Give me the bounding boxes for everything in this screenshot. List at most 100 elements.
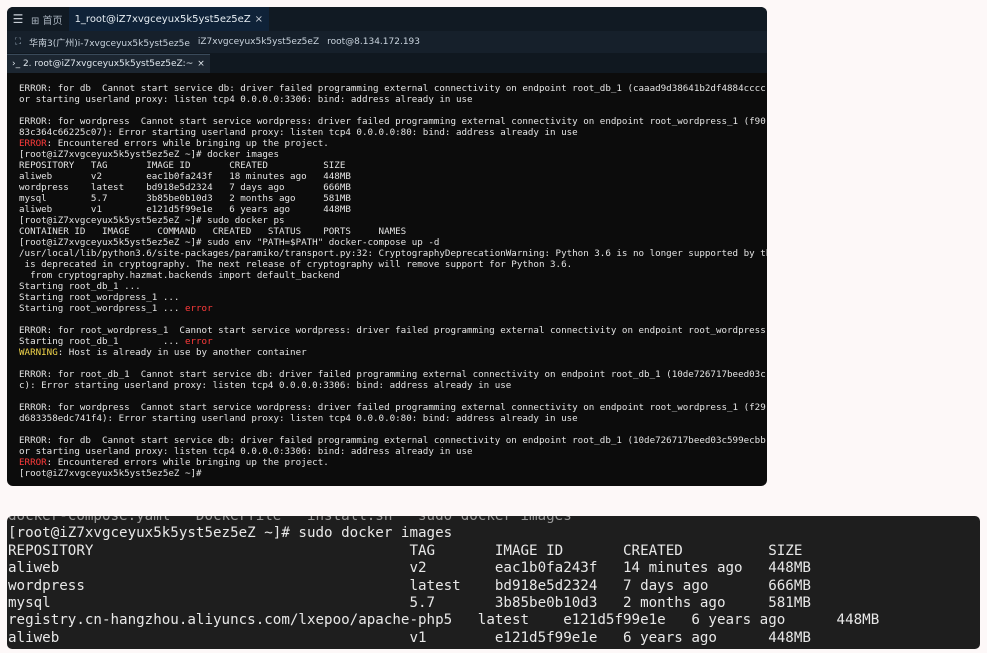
terminal-window-top: ☰ ⊞ 首页 1_root@iZ7xvgceyux5k5yst5ez5eZ × … xyxy=(7,7,767,486)
terminal-text: wordpress latest bd918e5d2324 7 days ago… xyxy=(19,182,351,193)
terminal-line: REPOSITORY TAG IMAGE ID CREATED SIZE xyxy=(19,160,767,171)
terminal-text: [root@iZ7xvgceyux5k5yst5ez5eZ ~]# sudo d… xyxy=(19,215,285,226)
terminal-text: docker-compose.yaml Dockerfile install.s… xyxy=(8,516,572,524)
terminal-text: ERROR: for root_wordpress_1 Cannot start… xyxy=(19,325,766,336)
breadcrumb-host[interactable]: root@8.134.172.193 xyxy=(327,37,420,47)
terminal-line: Starting root_db_1 ... xyxy=(19,281,767,292)
terminal-text: Starting root_wordpress_1 ... xyxy=(19,303,185,314)
terminal-output[interactable]: ERROR: for db Cannot start service db: d… xyxy=(19,83,767,483)
terminal-text: d683358edc741f4): Error starting userlan… xyxy=(19,413,578,424)
terminal-line: [root@iZ7xvgceyux5k5yst5ez5eZ ~]# sudo d… xyxy=(19,215,767,226)
terminal-line: Starting root_wordpress_1 ... xyxy=(19,292,767,303)
terminal-line: aliweb v2 eac1b0fa243f 18 minutes ago 44… xyxy=(19,171,767,182)
tab-bar: ☰ ⊞ 首页 1_root@iZ7xvgceyux5k5yst5ez5eZ × xyxy=(7,7,767,31)
terminal-line: [root@iZ7xvgceyux5k5yst5ez5eZ ~]# xyxy=(19,468,767,479)
terminal-line: REPOSITORY TAG IMAGE ID CREATED SIZE xyxy=(8,543,978,560)
terminal-text: aliweb v2 eac1b0fa243f 14 minutes ago 44… xyxy=(8,560,811,577)
terminal-text: ERROR: for root_db_1 Cannot start servic… xyxy=(19,369,766,380)
tab-session-1[interactable]: 1_root@iZ7xvgceyux5k5yst5ez5eZ × xyxy=(68,7,270,31)
terminal-line: ERROR: for db Cannot start service db: d… xyxy=(19,83,767,94)
tab-session-1-label: 1_root@iZ7xvgceyux5k5yst5ez5eZ xyxy=(74,13,251,25)
terminal-line: ERROR: for wordpress Cannot start servic… xyxy=(19,116,767,127)
terminal-line: aliweb v1 e121d5f99e1e 6 years ago 448MB xyxy=(19,204,767,215)
terminal-text: Starting root_wordpress_1 ... xyxy=(19,292,180,303)
error-text: error xyxy=(184,336,213,347)
terminal-output-zoomed[interactable]: docker-compose.yaml Dockerfile install.s… xyxy=(8,516,978,647)
terminal-text: registry.cn-hangzhou.aliyuncs.com/lxepoo… xyxy=(8,612,880,629)
terminal-text: ERROR: for db Cannot start service db: d… xyxy=(19,83,766,94)
terminal-text: ERROR: for wordpress Cannot start servic… xyxy=(19,116,766,127)
terminal-line: c): Error starting userland proxy: liste… xyxy=(19,380,767,391)
terminal-line: [root@iZ7xvgceyux5k5yst5ez5eZ ~]# docker… xyxy=(19,149,767,160)
terminal-line: aliweb v2 eac1b0fa243f 14 minutes ago 44… xyxy=(8,560,978,577)
terminal-text: or starting userland proxy: listen tcp4 … xyxy=(19,446,473,457)
terminal-text: c): Error starting userland proxy: liste… xyxy=(19,380,512,391)
terminal-text: /usr/local/lib/python3.6/site-packages/p… xyxy=(19,248,767,259)
terminal-text: aliweb v1 e121d5f99e1e 6 years ago 448MB xyxy=(8,629,811,646)
terminal-line: [root@iZ7xvgceyux5k5yst5ez5eZ ~]# sudo d… xyxy=(8,525,978,542)
terminal-text: mysql 5.7 3b85be0b10d3 2 months ago 581M… xyxy=(8,594,811,611)
terminal-line: WARNING: Host is already in use by anoth… xyxy=(19,347,767,358)
terminal-line: mysql 5.7 3b85be0b10d3 2 months ago 581M… xyxy=(19,193,767,204)
terminal-line: ERROR: for root_db_1 Cannot start servic… xyxy=(19,369,767,380)
terminal-text: REPOSITORY TAG IMAGE ID CREATED SIZE xyxy=(8,542,803,559)
terminal-line: CONTAINER ID IMAGE COMMAND CREATED STATU… xyxy=(19,226,767,237)
terminal-text: is deprecated in cryptography. The next … xyxy=(19,259,573,270)
session-tab-bar: ›_ 2. root@iZ7xvgceyux5k5yst5ez5eZ:~ × xyxy=(7,53,767,73)
terminal-line: ERROR: for root_wordpress_1 Cannot start… xyxy=(19,325,767,336)
menu-icon[interactable]: ☰ xyxy=(7,12,29,26)
close-icon[interactable]: × xyxy=(197,59,205,69)
terminal-text: : Encountered errors while bringing up t… xyxy=(46,138,329,149)
terminal-line: or starting userland proxy: listen tcp4 … xyxy=(19,446,767,457)
error-text: error xyxy=(184,303,213,314)
breadcrumb-region[interactable]: 华南3(广州)i-7xvgceyux5k5yst5ez5e xyxy=(29,36,190,49)
terminal-line: /usr/local/lib/python3.6/site-packages/p… xyxy=(19,248,767,259)
terminal-text: CONTAINER ID IMAGE COMMAND CREATED STATU… xyxy=(19,226,407,237)
terminal-text: 83c364c66225c07): Error starting userlan… xyxy=(19,127,578,138)
terminal-window-bottom: docker-compose.yaml Dockerfile install.s… xyxy=(7,516,980,649)
terminal-text: mysql 5.7 3b85be0b10d3 2 months ago 581M… xyxy=(19,193,351,204)
tab-session-2-label: ›_ 2. root@iZ7xvgceyux5k5yst5ez5eZ:~ xyxy=(12,59,194,69)
terminal-text: [root@iZ7xvgceyux5k5yst5ez5eZ ~]# sudo d… xyxy=(8,525,453,542)
terminal-text: [root@iZ7xvgceyux5k5yst5ez5eZ ~]# sudo e… xyxy=(19,237,440,248)
error-text: ERROR xyxy=(19,138,47,149)
terminal-text: [root@iZ7xvgceyux5k5yst5ez5eZ ~]# xyxy=(19,468,202,479)
grid-icon[interactable]: ⛶ xyxy=(7,37,29,47)
terminal-line: from cryptography.hazmat.backends import… xyxy=(19,270,767,281)
terminal-line: or starting userland proxy: listen tcp4 … xyxy=(19,94,767,105)
terminal-line: registry.cn-hangzhou.aliyuncs.com/lxepoo… xyxy=(8,612,978,629)
terminal-line: is deprecated in cryptography. The next … xyxy=(19,259,767,270)
terminal-text: : Encountered errors while bringing up t… xyxy=(46,457,329,468)
error-text: ERROR xyxy=(19,457,47,468)
terminal-line: d683358edc741f4): Error starting userlan… xyxy=(19,413,767,424)
terminal-text: [root@iZ7xvgceyux5k5yst5ez5eZ ~]# docker… xyxy=(19,149,279,160)
tab-session-2[interactable]: ›_ 2. root@iZ7xvgceyux5k5yst5ez5eZ:~ × xyxy=(7,54,210,73)
terminal-text: wordpress latest bd918e5d2324 7 days ago… xyxy=(8,577,811,594)
tab-home[interactable]: ⊞ 首页 xyxy=(29,12,69,27)
terminal-line: ERROR: Encountered errors while bringing… xyxy=(19,457,767,468)
terminal-text: Starting root_db_1 ... xyxy=(19,281,141,292)
terminal-text: ERROR: for db Cannot start service db: d… xyxy=(19,435,766,446)
terminal-text: REPOSITORY TAG IMAGE ID CREATED SIZE xyxy=(19,160,346,171)
warning-text: WARNING xyxy=(19,347,58,358)
terminal-text: aliweb v1 e121d5f99e1e 6 years ago 448MB xyxy=(19,204,351,215)
close-icon[interactable]: × xyxy=(255,14,263,25)
terminal-text: aliweb v2 eac1b0fa243f 18 minutes ago 44… xyxy=(19,171,351,182)
terminal-line: Starting root_wordpress_1 ... error xyxy=(19,303,767,314)
terminal-line: wordpress latest bd918e5d2324 7 days ago… xyxy=(8,578,978,595)
terminal-line: aliweb v1 e121d5f99e1e 6 years ago 448MB xyxy=(8,630,978,647)
breadcrumb: ⛶ 华南3(广州)i-7xvgceyux5k5yst5ez5e iZ7xvgce… xyxy=(7,31,767,53)
terminal-line: ERROR: Encountered errors while bringing… xyxy=(19,138,767,149)
terminal-line: ERROR: for db Cannot start service db: d… xyxy=(19,435,767,446)
breadcrumb-instance[interactable]: iZ7xvgceyux5k5yst5ez5eZ xyxy=(198,37,319,47)
terminal-text: ERROR: for wordpress Cannot start servic… xyxy=(19,402,766,413)
terminal-text: from cryptography.hazmat.backends import… xyxy=(19,270,340,281)
terminal-line: ERROR: for wordpress Cannot start servic… xyxy=(19,402,767,413)
terminal-line: [root@iZ7xvgceyux5k5yst5ez5eZ ~]# sudo e… xyxy=(19,237,767,248)
terminal-line: 83c364c66225c07): Error starting userlan… xyxy=(19,127,767,138)
terminal-text: : Host is already in use by another cont… xyxy=(57,347,307,358)
terminal-text: Starting root_db_1 ... xyxy=(19,336,185,347)
